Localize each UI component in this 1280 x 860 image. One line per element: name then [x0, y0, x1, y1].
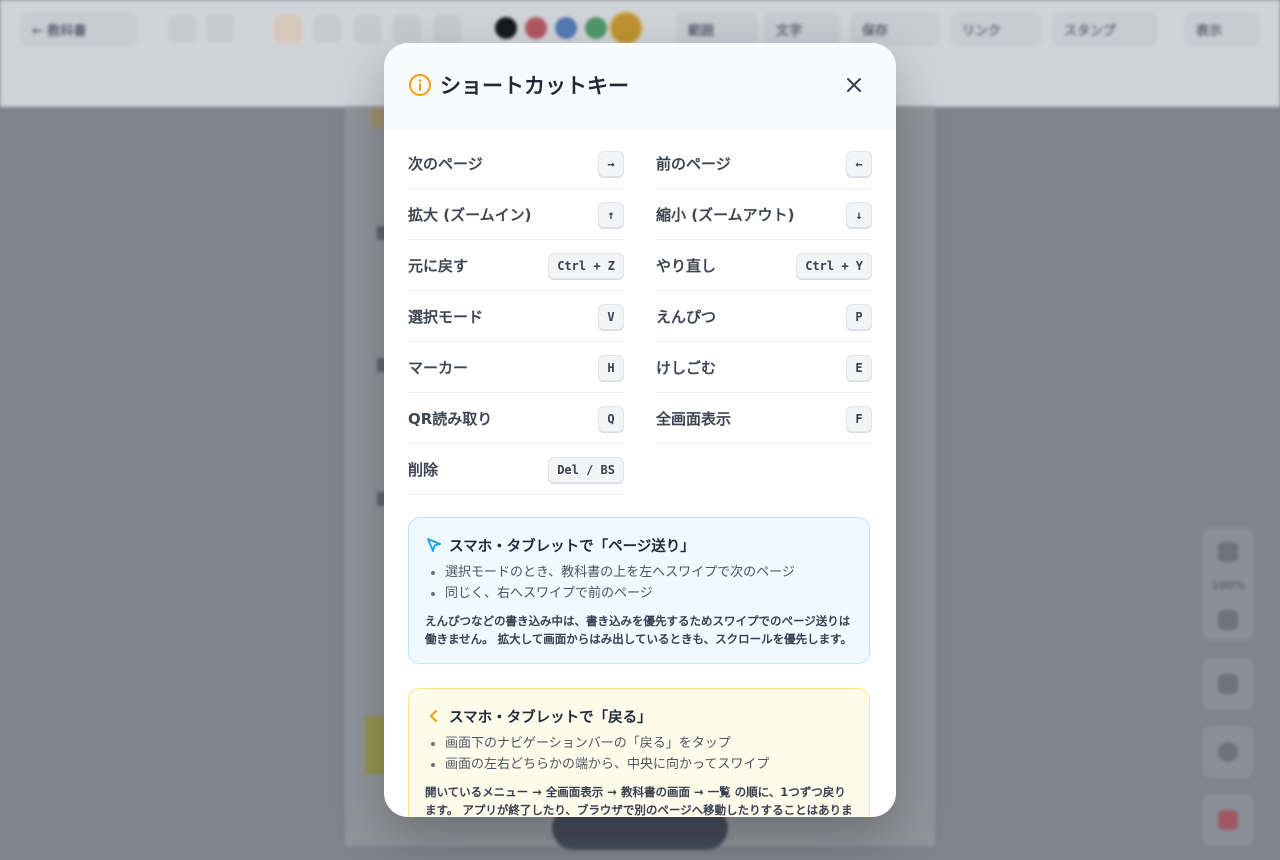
info-icon: [409, 74, 431, 96]
dialog-title: ショートカットキー: [440, 74, 629, 98]
shortcut-row: 全画面表示 F: [656, 394, 872, 444]
shortcut-key: Q: [598, 405, 624, 432]
shortcut-label: 拡大 (ズームイン): [408, 206, 532, 224]
shortcut-label: 全画面表示: [656, 410, 732, 428]
close-button[interactable]: [838, 69, 870, 101]
shortcut-key: Ctrl + Z: [548, 252, 624, 279]
back-info-header: スマホ・タブレットで「戻る」: [425, 705, 853, 727]
shortcut-label: 元に戻す: [408, 257, 469, 275]
shortcut-row: やり直し Ctrl + Y: [656, 241, 872, 291]
shortcut-label: えんぴつ: [656, 308, 717, 326]
shortcut-row: 次のページ →: [408, 139, 624, 189]
shortcut-key: Ctrl + Y: [796, 252, 872, 279]
shortcut-label: 前のページ: [656, 155, 731, 173]
list-item: 選択モードのとき、教科書の上を左へスワイプで次のページ: [445, 562, 853, 583]
shortcut-row: 元に戻す Ctrl + Z: [408, 241, 624, 291]
back-info-list: 画面下のナビゲーションバーの「戻る」をタップ 画面の左右どちらかの端から、中央に…: [425, 733, 853, 775]
shortcut-key: E: [846, 354, 872, 381]
shortcut-label: QR読み取り: [408, 410, 493, 428]
shortcut-key: ←: [846, 150, 872, 177]
shortcut-key: P: [846, 303, 872, 330]
shortcut-row: えんぴつ P: [656, 292, 872, 342]
close-icon: [847, 78, 861, 92]
shortcut-row: 削除 Del / BS: [408, 445, 624, 495]
shortcut-label: 選択モード: [408, 308, 484, 326]
dialog-header: ショートカットキー: [384, 43, 896, 129]
back-info-note: 開いているメニュー → 全画面表示 → 教科書の画面 → 一覧 の順に、1つずつ…: [425, 785, 853, 817]
shortcut-label: 次のページ: [408, 155, 483, 173]
shortcut-key: ↑: [598, 201, 624, 228]
page-turn-info-box: スマホ・タブレットで「ページ送り」 選択モードのとき、教科書の上を左へスワイプで…: [408, 517, 870, 664]
list-item: 画面下のナビゲーションバーの「戻る」をタップ: [445, 733, 853, 754]
shortcut-key: Del / BS: [548, 456, 624, 483]
shortcut-label: 縮小 (ズームアウト): [656, 206, 795, 224]
shortcut-key: H: [598, 354, 624, 381]
shortcut-key: V: [598, 303, 624, 330]
shortcut-key: ↓: [846, 201, 872, 228]
back-info-title: スマホ・タブレットで「戻る」: [449, 709, 652, 726]
back-info-box: スマホ・タブレットで「戻る」 画面下のナビゲーションバーの「戻る」をタップ 画面…: [408, 688, 870, 817]
shortcut-row: 縮小 (ズームアウト) ↓: [656, 190, 872, 240]
shortcut-row: マーカー H: [408, 343, 624, 393]
shortcut-row: けしごむ E: [656, 343, 872, 393]
page-turn-info-list: 選択モードのとき、教科書の上を左へスワイプで次のページ 同じく、右へスワイプで前…: [425, 562, 853, 604]
page-turn-info-title: スマホ・タブレットで「ページ送り」: [449, 538, 695, 555]
list-item: 画面の左右どちらかの端から、中央に向かってスワイプ: [445, 754, 853, 775]
shortcut-row: 選択モード V: [408, 292, 624, 342]
shortcut-label: 削除: [408, 461, 439, 479]
chevron-left-icon: [430, 710, 437, 722]
shortcut-key: F: [846, 405, 872, 432]
shortcut-label: マーカー: [408, 359, 469, 377]
shortcut-row: 前のページ ←: [656, 139, 872, 189]
cursor-pointer-icon: [427, 538, 441, 552]
shortcut-label: やり直し: [656, 257, 717, 275]
shortcut-dialog: ショートカットキー 次のページ → 前のページ ← 拡大 (ズームイン) ↑ 縮…: [384, 43, 896, 817]
page-turn-info-note: えんぴつなどの書き込み中は、書き込みを優先するためスワイプでのページ送りは働きま…: [425, 614, 852, 646]
page-turn-info-header: スマホ・タブレットで「ページ送り」: [425, 534, 853, 556]
shortcut-key: →: [598, 150, 624, 177]
shortcut-row: QR読み取り Q: [408, 394, 624, 444]
shortcut-row: 拡大 (ズームイン) ↑: [408, 190, 624, 240]
list-item: 同じく、右へスワイプで前のページ: [445, 583, 853, 604]
shortcut-label: けしごむ: [656, 359, 717, 377]
